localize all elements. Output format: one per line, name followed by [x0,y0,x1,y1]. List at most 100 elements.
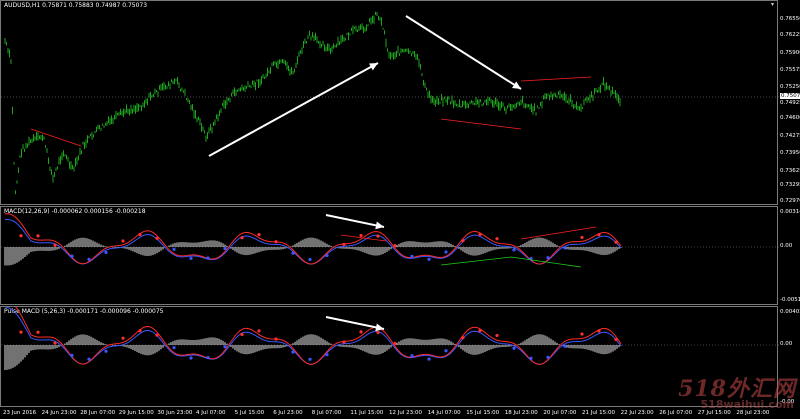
signal-marker [121,336,125,340]
axis-tick-label: 0.003144 [780,209,800,215]
histogram [4,237,622,266]
time-tick-label: 18 Jul 23:00 [504,410,538,416]
signal-marker [427,357,431,361]
signal-marker [393,244,397,248]
price-axis: 0.76550 0.76225 0.75900 0.75575 0.75250 0.749… [778,0,800,205]
time-tick-label: 6 Jul 23:00 [273,410,303,416]
signal-marker [546,256,550,260]
axis-tick-label: 0.004032 [780,309,800,315]
watermark-url: 518waihui.com [700,398,794,411]
signal-marker [563,344,567,348]
signal-marker [155,333,159,337]
signal-marker [461,336,465,340]
axis-tick-label: 0.76225 [780,32,800,38]
trendlines [30,76,592,147]
macd-canvas[interactable] [1,207,779,306]
signal-marker [138,329,142,333]
signal-marker [342,340,346,344]
time-tick-label: 21 Jul 15:00 [582,410,615,416]
axis-tick-label: 0.74925 [780,100,800,106]
time-tick-label: 29 Jun 15:00 [118,410,154,416]
axis-tick-label: 0.73950 [780,150,800,156]
time-tick-label: 22 Jul 23:00 [620,410,654,416]
signal-marker [427,257,431,261]
signal-marker [36,330,40,334]
signal-marker [546,355,550,359]
signal-marker [495,333,499,338]
axis-tick-label: -0.00516 [780,297,800,303]
signal-marker [172,346,176,350]
time-tick-label: 23 Jun 2016 [3,410,37,416]
time-tick-label: 12 Jul 23:00 [389,410,422,416]
down-trend-arrow [405,15,522,90]
signal-marker [206,256,210,260]
price-chart-canvas[interactable] [1,1,779,206]
arrow-shaft [405,15,522,90]
signal-marker [189,256,193,260]
divergence-arrow [325,214,385,230]
arrow-shaft [325,316,385,330]
signal-marker [87,357,91,361]
up-trend-arrow [208,62,379,157]
signal-marker [478,329,482,333]
signal-marker [104,250,108,255]
arrow-head [375,221,384,230]
signal-marker [138,232,142,237]
macd-axis: 0.003144 0.00 -0.00516 [778,206,800,305]
signal-marker [410,254,414,259]
time-tick-label: 11 Jul 15:00 [350,410,384,416]
trendline [440,118,522,130]
axis-tick-label: 0.73295 [780,182,800,188]
axis-tick-label: 0.74275 [780,133,800,139]
axis-tick-label: 0.75575 [780,67,800,73]
histogram [4,334,622,371]
signal-marker [189,356,193,360]
signal-marker [240,236,244,240]
signal-marker [478,232,482,237]
signal-marker [614,240,618,244]
signal-marker [274,337,278,341]
signal-marker [444,349,448,353]
signal-marker [53,341,57,345]
time-tick-label: 8 Jul 07:00 [311,410,342,416]
signal-marker [359,233,363,238]
time-tick-label: 4 Jul 07:00 [196,410,226,416]
signal-marker [359,330,363,334]
arrow-shaft [208,62,379,157]
signal-marker [376,330,380,335]
signal-marker [342,242,346,247]
trendline [520,76,592,82]
divergence-arrow [325,316,385,332]
signal-marker [308,257,312,262]
signal-marker [104,349,108,353]
signal-marker [580,235,584,240]
signal-marker [19,234,23,238]
signal-marker [325,353,329,357]
price-chart-pane[interactable]: AUDUSD,H1 0.75871 0.75883 0.74987 0.7507… [0,0,779,206]
signal-marker [206,356,210,360]
signal-marker [614,337,618,342]
macd-pane[interactable]: MACD(12,26,9) -0.000062 0.000156 -0.0002… [0,206,779,306]
signal-marker [257,329,261,333]
green-divergence-line [440,256,512,266]
signal-marker [461,238,465,243]
axis-tick-label: 0.75250 [780,84,800,90]
signal-marker [274,240,278,244]
signal-marker [529,356,533,360]
signal-marker [70,254,74,258]
signal-marker [36,234,40,238]
signal-marker [291,350,295,354]
signal-marker [240,332,244,337]
green-divergence-line [510,256,582,268]
signal-marker [291,251,295,255]
signal-marker [155,236,159,240]
signal-marker [325,253,329,258]
signal-marker [19,330,23,334]
arrow-shaft [325,214,385,228]
signal-marker [512,346,516,350]
time-tick-label: 28 Jun 07:00 [80,410,116,416]
signal-marker [376,234,380,238]
signal-marker [597,233,601,237]
time-tick-label: 15 Jul 15:00 [466,410,500,416]
price-bars [4,11,621,195]
